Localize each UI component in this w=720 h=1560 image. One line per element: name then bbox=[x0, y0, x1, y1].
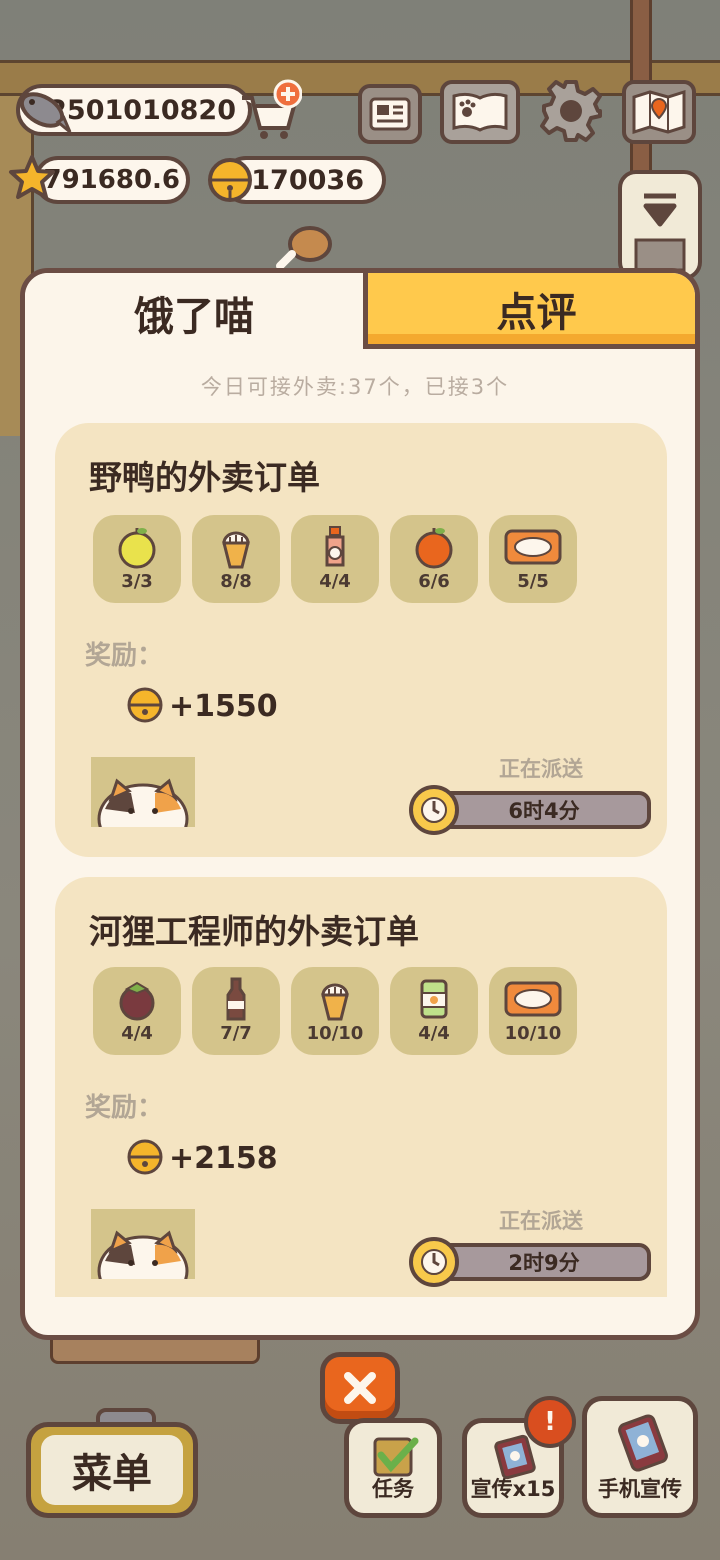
customer-avatar bbox=[91, 1209, 195, 1279]
pear-icon bbox=[115, 525, 159, 569]
map-icon bbox=[632, 89, 686, 135]
tab-label: 点评 bbox=[496, 289, 577, 336]
item-count: 8/8 bbox=[220, 571, 252, 592]
clock-icon bbox=[409, 1237, 459, 1287]
phone-promo-label: 手机宣传 bbox=[598, 1477, 682, 1501]
star-icon bbox=[8, 154, 56, 202]
clock-icon bbox=[409, 785, 459, 835]
phone-icon bbox=[618, 1414, 668, 1472]
juice-bottle-icon bbox=[313, 525, 357, 569]
close-icon bbox=[344, 1372, 376, 1404]
order-item: 8/8 bbox=[192, 515, 280, 603]
tab-label: 饿了喵 bbox=[134, 294, 254, 340]
alert-badge: ! bbox=[524, 1396, 576, 1448]
item-count: 4/4 bbox=[121, 1023, 153, 1044]
catbook-button[interactable] bbox=[440, 80, 520, 144]
soda-bottle-icon bbox=[214, 977, 258, 1021]
daily-order-summary: 今日可接外卖:37个，已接3个 bbox=[200, 375, 510, 399]
order-title: 河狸工程师的外卖订单 bbox=[89, 912, 419, 951]
tab-reviews[interactable]: 点评 bbox=[363, 273, 695, 349]
side-collapse-button[interactable] bbox=[618, 170, 702, 280]
order-item: 6/6 bbox=[390, 515, 478, 603]
phone-promo-button[interactable]: 手机宣传 bbox=[582, 1396, 698, 1518]
timer-text: 2时9分 bbox=[508, 1251, 580, 1275]
order-card: 野鸭的外卖订单 3/3 8/8 4/4 6/6 5/5 奖励： +1550 正在… bbox=[55, 423, 667, 857]
menu-button[interactable]: 菜单 bbox=[26, 1422, 198, 1518]
order-item: 4/4 bbox=[390, 967, 478, 1055]
takeout-panel: 饿了喵 点评 今日可接外卖:37个，已接3个 野鸭的外卖订单 3/3 8/8 4… bbox=[20, 268, 700, 1340]
bell-icon bbox=[204, 154, 256, 204]
order-item: 7/7 bbox=[192, 967, 280, 1055]
menu-label: 菜单 bbox=[72, 1451, 152, 1497]
item-count: 10/10 bbox=[504, 1023, 562, 1044]
item-count: 5/5 bbox=[517, 571, 549, 592]
delivery-timer: 6时4分 bbox=[437, 791, 651, 829]
bell-icon bbox=[125, 685, 165, 725]
tab-hungry-meow[interactable]: 饿了喵 bbox=[25, 273, 363, 353]
canned-food-icon bbox=[412, 977, 456, 1021]
dumpling-plate-icon bbox=[503, 977, 563, 1021]
item-count: 10/10 bbox=[306, 1023, 364, 1044]
gear-icon bbox=[540, 80, 602, 142]
order-item: 3/3 bbox=[93, 515, 181, 603]
item-count: 7/7 bbox=[220, 1023, 252, 1044]
item-count: 3/3 bbox=[121, 571, 153, 592]
reward-label: 奖励： bbox=[85, 641, 164, 671]
alert-mark: ! bbox=[544, 1407, 556, 1437]
order-item: 5/5 bbox=[489, 515, 577, 603]
newspaper-button[interactable] bbox=[358, 84, 422, 144]
shop-cart-add-button[interactable] bbox=[236, 78, 303, 142]
chevron-down-icon bbox=[634, 193, 686, 272]
fish-amount: 2501010820 bbox=[48, 94, 236, 126]
order-item: 10/10 bbox=[291, 967, 379, 1055]
checklist-icon bbox=[373, 1437, 419, 1477]
order-item: 4/4 bbox=[93, 967, 181, 1055]
apple-icon bbox=[412, 525, 456, 569]
bell-amount: 170036 bbox=[251, 164, 364, 196]
bell-icon bbox=[125, 1137, 165, 1177]
order-item: 4/4 bbox=[291, 515, 379, 603]
mangosteen-icon bbox=[115, 977, 159, 1021]
map-button[interactable] bbox=[622, 80, 696, 144]
star-currency-pill: 791680.6 bbox=[34, 156, 190, 204]
item-count: 4/4 bbox=[418, 1023, 450, 1044]
item-count: 6/6 bbox=[418, 571, 450, 592]
newspaper-icon bbox=[369, 97, 411, 131]
delivery-status: 正在派送 bbox=[499, 757, 583, 781]
reward-label: 奖励： bbox=[85, 1093, 164, 1123]
delivery-status: 正在派送 bbox=[499, 1209, 583, 1233]
settings-button[interactable] bbox=[538, 78, 604, 144]
order-card: 河狸工程师的外卖订单 4/4 7/7 10/10 4/4 10/10 奖励： +… bbox=[55, 877, 667, 1297]
order-title: 野鸭的外卖订单 bbox=[89, 458, 320, 497]
reward-value: +2158 bbox=[169, 1141, 278, 1176]
fish-icon bbox=[14, 84, 74, 136]
customer-avatar bbox=[91, 757, 195, 827]
dumpling-plate-icon bbox=[503, 525, 563, 569]
tasks-button[interactable]: 任务 bbox=[344, 1418, 442, 1518]
timer-text: 6时4分 bbox=[508, 799, 580, 823]
paw-book-icon bbox=[452, 92, 508, 132]
item-count: 4/4 bbox=[319, 571, 351, 592]
close-button[interactable] bbox=[320, 1352, 400, 1424]
reward-value: +1550 bbox=[169, 689, 278, 724]
star-amount: 791680.6 bbox=[43, 165, 180, 195]
delivery-timer: 2时9分 bbox=[437, 1243, 651, 1281]
order-item: 10/10 bbox=[489, 967, 577, 1055]
ice-cream-icon bbox=[214, 525, 258, 569]
ice-cream-icon bbox=[313, 977, 357, 1021]
